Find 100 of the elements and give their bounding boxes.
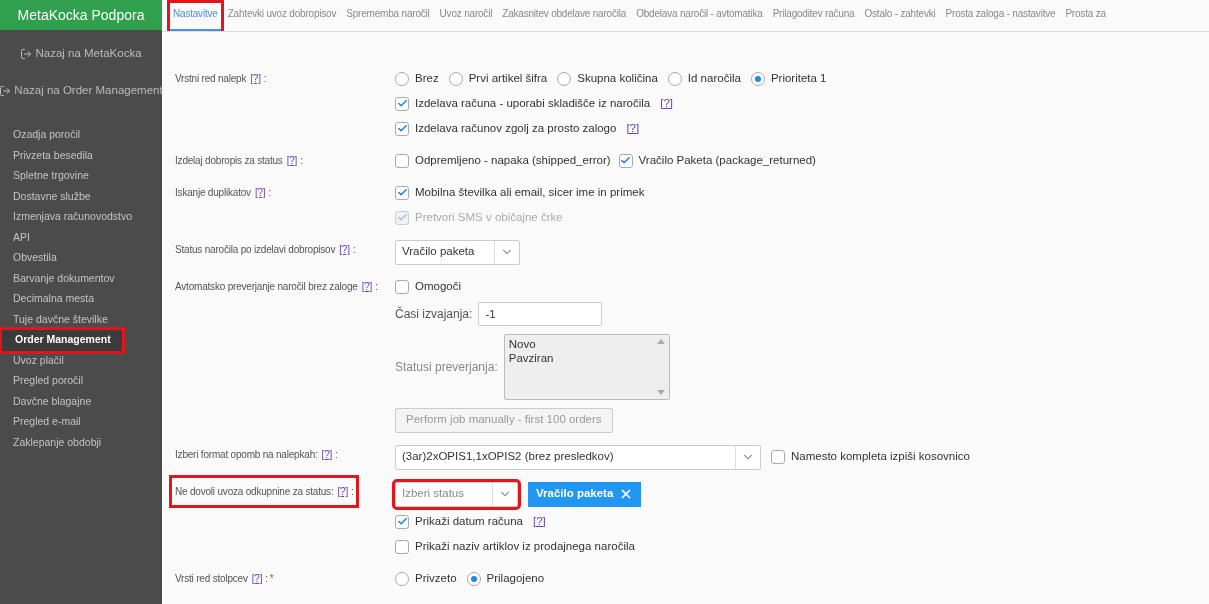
sidebar-item[interactable]: Izmenjava računovodstvo [0, 207, 162, 228]
help-link[interactable]: [?] [626, 119, 640, 138]
exit-icon [0, 84, 12, 97]
field-label: Časi izvajanja: [395, 305, 473, 323]
list-option[interactable]: Novo [508, 337, 649, 351]
sidebar-item[interactable]: Ozadja poročil [0, 125, 162, 146]
checkbox[interactable] [395, 514, 409, 529]
checkbox[interactable] [395, 539, 409, 554]
radio-button[interactable] [667, 71, 682, 86]
help-link[interactable]: [?] [337, 484, 348, 499]
radio-label: Prioriteta 1 [770, 70, 827, 86]
radio-label: Privzeto [415, 570, 457, 586]
label-text: Status naročila po izdelavi dobropisov [175, 243, 336, 257]
radio-button[interactable] [557, 71, 572, 86]
exit-icon [20, 47, 33, 60]
help-link[interactable]: [?] [533, 512, 546, 531]
sidebar-item[interactable]: Obvestila [0, 248, 162, 269]
checkbox-label: Omogoči [415, 278, 462, 294]
dropdown[interactable]: (3ar)2xOPIS1,1xOPIS2 (brez presledkov) [395, 444, 761, 470]
sidebar-item[interactable]: Dostavne službe [0, 186, 162, 207]
label-colon: : [263, 72, 267, 86]
back-link[interactable]: Nazaj na MetaKocka [20, 35, 142, 72]
checkbox[interactable] [395, 279, 409, 294]
status-listbox[interactable]: Novo Pavziran [503, 334, 670, 400]
checkbox[interactable] [618, 153, 633, 168]
status-tag: Vračilo paketa [528, 481, 642, 507]
scroll-down-icon[interactable] [656, 390, 665, 395]
radio-label: Prvi artikel šifra [468, 70, 548, 86]
checkbox-label: Pretvori SMS v običajne črke [415, 209, 563, 225]
radio-label: Skupna količina [577, 70, 658, 86]
label-colon: : [335, 448, 338, 462]
sidebar-item[interactable]: Tuje davčne številke [0, 309, 162, 330]
help-link[interactable]: [?] [660, 94, 674, 113]
sidebar-item[interactable]: Spletne trgovine [0, 166, 162, 187]
checkbox[interactable] [395, 121, 409, 136]
sidebar-item[interactable]: Pregled e-mail [0, 412, 162, 433]
sidebar-title: MetaKocka Podpora [0, 0, 162, 30]
tab[interactable]: Prosta zaloga - nastavitve [942, 3, 1059, 31]
checkbox[interactable] [395, 153, 409, 168]
sidebar-item[interactable]: Barvanje dokumentov [0, 268, 162, 289]
tab[interactable]: Uvoz naročil [436, 3, 496, 31]
radio-label: Prilagojeno [486, 570, 545, 586]
input-field[interactable]: -1 [478, 302, 603, 326]
label-colon: : [265, 572, 268, 586]
label-colon: : [268, 186, 272, 200]
label-text: Ne dovoli uvoza odkupnine za status: [175, 485, 334, 499]
label-text: Avtomatsko preverjanje naročil brez zaloge [175, 280, 358, 294]
label-text: Iskanje duplikatov [175, 186, 251, 200]
perform-job-button[interactable]: Perform job manually - first 100 orders [395, 407, 613, 433]
checkbox[interactable] [395, 96, 409, 111]
dropdown[interactable]: Izberi status [395, 481, 518, 507]
sidebar-item[interactable]: Order Management [2, 330, 122, 351]
sidebar-item[interactable]: API [0, 227, 162, 248]
label-colon: : [300, 154, 303, 168]
back-link[interactable]: Nazaj na Order Management [0, 72, 163, 109]
tab[interactable]: Prilagoditev računa [769, 3, 858, 31]
checkbox[interactable] [395, 185, 409, 200]
scroll-up-icon[interactable] [656, 339, 665, 344]
tab[interactable]: Zakasnitev obdelave naročila [499, 3, 630, 31]
tab[interactable]: Nastavitve [170, 3, 221, 31]
help-link[interactable]: [?] [321, 447, 333, 462]
sidebar-item[interactable]: Privzeta besedila [0, 145, 162, 166]
help-link[interactable]: [?] [339, 242, 350, 257]
label-text: Izdelaj dobropis za status [175, 154, 283, 168]
radio-button[interactable] [466, 571, 481, 586]
radio-label: Brez [415, 70, 439, 86]
radio-label: Id naročila [687, 70, 741, 86]
list-option[interactable]: Pavziran [508, 351, 649, 365]
help-link[interactable]: [?] [361, 279, 373, 294]
checkbox-label: Prikaži naziv artiklov iz prodajnega naročila [415, 538, 635, 554]
help-link[interactable]: [?] [254, 185, 266, 200]
tab[interactable]: Sprememba naročil [343, 3, 433, 31]
radio-button[interactable] [395, 571, 409, 586]
checkbox[interactable] [771, 450, 785, 464]
sidebar-item[interactable]: Davčne blagajne [0, 391, 162, 412]
checkbox-label: Izdelava računa - uporabi skladišče iz naročila [415, 95, 651, 111]
tab[interactable]: Obdelava naročil - avtomatika [633, 3, 766, 31]
sidebar-item[interactable]: Pregled poročil [0, 371, 162, 392]
checkbox-label: Namesto kompleta izpiši kosovnico [791, 449, 970, 465]
help-link[interactable]: [?] [251, 571, 263, 586]
sidebar-item[interactable]: Uvoz plačil [0, 350, 162, 371]
radio-button[interactable] [750, 71, 765, 86]
sidebar-item[interactable]: Decimalna mesta [0, 289, 162, 310]
checkbox-label: Odpremljeno - napaka (shipped_error) [415, 152, 611, 168]
dropdown[interactable]: Vračilo paketa [395, 239, 521, 265]
label-colon: : [352, 243, 356, 257]
checkbox-label: Prikaži datum računa [415, 513, 524, 529]
help-link[interactable]: [?] [286, 153, 298, 168]
checkbox-label: Izdelava računov zgolj za prosto zalogo [415, 120, 617, 136]
label-text: Vrstni red nalepk [175, 72, 247, 86]
checkbox-label: Mobilna številka ali email, sicer ime in primek [415, 184, 645, 200]
tab[interactable]: Prosta za [1062, 3, 1109, 31]
tab[interactable]: Ostalo - zahtevki [861, 3, 939, 31]
radio-button[interactable] [395, 71, 409, 86]
label-colon: : [375, 280, 378, 294]
required-mark: * [269, 572, 274, 586]
help-link[interactable]: [?] [250, 71, 261, 86]
radio-button[interactable] [448, 71, 463, 86]
tab[interactable]: Zahtevki uvoz dobropisov [224, 3, 340, 31]
sidebar-item[interactable]: Zaklepanje obdobji [0, 432, 162, 453]
